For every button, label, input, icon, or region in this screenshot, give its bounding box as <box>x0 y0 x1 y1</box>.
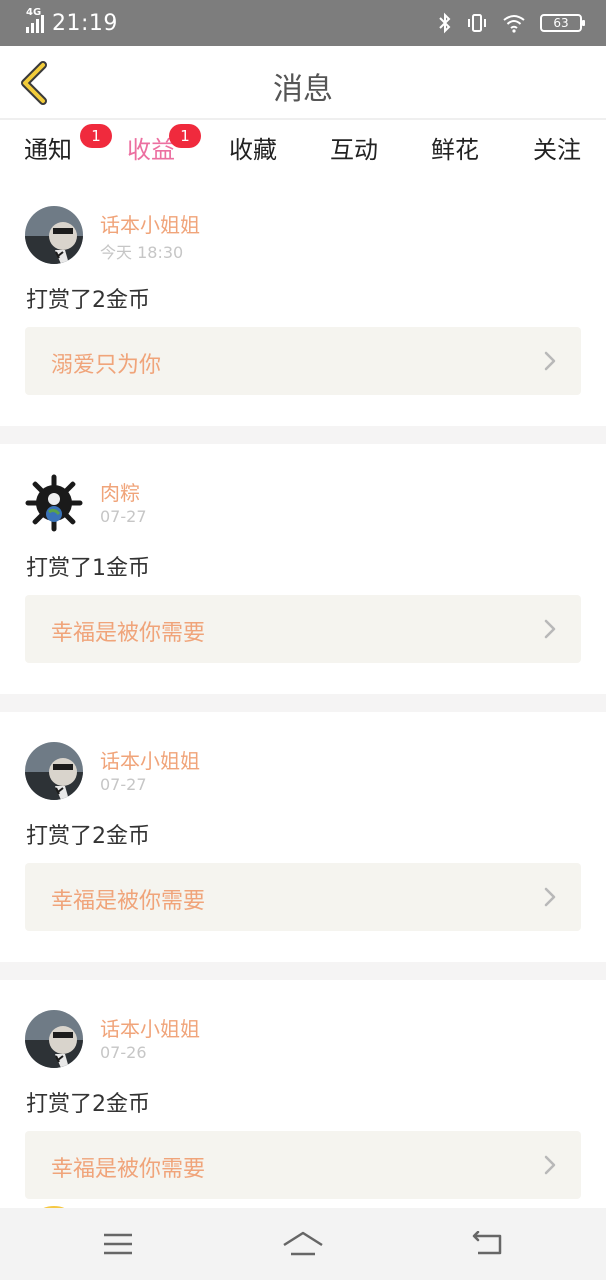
story-link[interactable]: 幸福是被你需要 <box>25 595 581 663</box>
username[interactable]: 肉粽 <box>100 477 140 506</box>
card-separator <box>0 962 606 980</box>
tab-label: 通知 <box>24 136 72 164</box>
page-title: 消息 <box>273 72 333 107</box>
tab-earnings[interactable]: 收益 1 <box>127 124 201 180</box>
message-card: 话本小姐姐 今天 18:30 打赏了2金币 溺爱只为你 <box>0 176 606 426</box>
clock: 21:19 <box>52 10 118 36</box>
app-header: 消息 <box>0 46 606 120</box>
story-link[interactable]: 幸福是被你需要 <box>25 1131 581 1199</box>
message-card: 话本小姐姐 07-26 打赏了2金币 幸福是被你需要 <box>0 980 606 1230</box>
tab-label: 收藏 <box>229 136 277 164</box>
username[interactable]: 话本小姐姐 <box>100 1013 200 1042</box>
card-separator <box>0 426 606 444</box>
username[interactable]: 话本小姐姐 <box>100 209 200 238</box>
network-type: 4G <box>26 7 42 18</box>
tab-bar: 通知 1 收益 1 收藏 互动 鲜花 关注 <box>0 120 606 180</box>
tab-flowers[interactable]: 鲜花 <box>431 130 479 165</box>
story-title: 幸福是被你需要 <box>51 621 206 646</box>
bluetooth-icon <box>439 12 451 34</box>
chevron-right-icon <box>544 619 556 639</box>
tab-interactions[interactable]: 互动 <box>330 130 378 165</box>
tab-label: 鲜花 <box>431 136 479 164</box>
tab-favorites[interactable]: 收藏 <box>229 130 277 165</box>
home-button[interactable] <box>273 1222 333 1266</box>
chevron-right-icon <box>544 887 556 907</box>
message-list: 话本小姐姐 今天 18:30 打赏了2金币 溺爱只为你 肉粽 07-27 打赏了… <box>0 176 606 1248</box>
story-link[interactable]: 幸福是被你需要 <box>25 863 581 931</box>
tab-label: 收益 <box>127 136 175 164</box>
timestamp: 07-27 <box>100 507 147 526</box>
chevron-right-icon <box>544 1155 556 1175</box>
back-nav-icon <box>472 1231 502 1255</box>
home-icon <box>283 1231 323 1256</box>
story-link[interactable]: 溺爱只为你 <box>25 327 581 395</box>
tab-following[interactable]: 关注 <box>533 130 581 165</box>
tab-label: 互动 <box>330 136 378 164</box>
timestamp: 07-26 <box>100 1043 147 1062</box>
system-nav-bar <box>0 1208 606 1280</box>
unread-badge: 1 <box>80 124 112 148</box>
reward-text: 打赏了2金币 <box>26 288 150 313</box>
story-title: 幸福是被你需要 <box>51 889 206 914</box>
reward-text: 打赏了2金币 <box>26 824 150 849</box>
card-separator <box>0 694 606 712</box>
avatar[interactable] <box>25 206 83 264</box>
vibrate-icon <box>468 14 486 32</box>
message-card: 肉粽 07-27 打赏了1金币 幸福是被你需要 <box>0 444 606 694</box>
chevron-right-icon <box>544 351 556 371</box>
story-title: 幸福是被你需要 <box>51 1157 206 1182</box>
tab-label: 关注 <box>533 136 581 164</box>
tab-notifications[interactable]: 通知 1 <box>24 124 112 165</box>
return-button[interactable] <box>458 1222 518 1266</box>
avatar[interactable] <box>25 1010 83 1068</box>
unread-badge: 1 <box>169 124 201 148</box>
menu-icon <box>104 1233 132 1255</box>
wifi-icon <box>503 15 525 33</box>
battery-level: 63 <box>553 16 569 30</box>
username[interactable]: 话本小姐姐 <box>100 745 200 774</box>
avatar[interactable] <box>25 742 83 800</box>
message-card: 话本小姐姐 07-27 打赏了2金币 幸福是被你需要 <box>0 712 606 962</box>
timestamp: 07-27 <box>100 775 147 794</box>
story-title: 溺爱只为你 <box>51 353 162 378</box>
avatar[interactable] <box>25 474 83 532</box>
timestamp: 今天 18:30 <box>100 243 184 262</box>
battery-icon: 63 <box>540 14 585 32</box>
reward-text: 打赏了2金币 <box>26 1092 150 1117</box>
signal-icon: 4G <box>26 7 44 33</box>
status-bar: 4G 21:19 63 <box>0 0 606 46</box>
reward-text: 打赏了1金币 <box>26 556 150 581</box>
menu-button[interactable] <box>88 1222 148 1266</box>
